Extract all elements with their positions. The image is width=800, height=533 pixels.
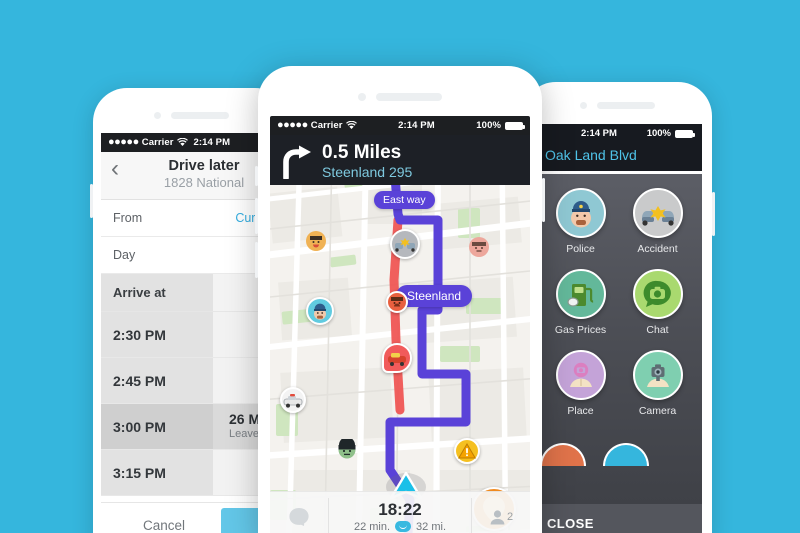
signal-dots-icon: ●●●●● — [108, 136, 139, 148]
navigation-instruction-bar: 0.5 Miles Steenland 295 — [270, 135, 530, 191]
clock-label: 2:14 PM — [398, 120, 435, 131]
time-slot-label: 2:30 PM — [101, 312, 213, 357]
report-label: Accident — [637, 243, 678, 255]
gas-pump-icon — [555, 269, 606, 319]
close-label: CLOSE — [547, 515, 594, 531]
screenshot-canvas: ●●●●● Carrier 2:14 PM ‹ Drive later 1828… — [0, 0, 800, 533]
battery-percent-label: 100% — [476, 120, 501, 131]
volume-button[interactable] — [90, 184, 93, 218]
cancel-button[interactable]: Cancel — [107, 508, 221, 533]
close-bar[interactable]: CLOSE — [536, 504, 702, 533]
waze-ghost-icon[interactable] — [270, 507, 328, 527]
wifi-icon — [176, 138, 188, 146]
report-label: Chat — [646, 324, 669, 336]
clock-label: 2:14 PM — [581, 128, 617, 139]
volume-up-button[interactable] — [255, 198, 258, 234]
place-pin-icon — [555, 350, 606, 400]
chat-camera-icon — [632, 269, 683, 319]
police-car-marker[interactable] — [280, 387, 306, 413]
time-slot-label: 2:45 PM — [101, 358, 213, 403]
time-slot-label: 3:15 PM — [101, 450, 213, 495]
volume-down-button[interactable] — [255, 242, 258, 278]
report-label: Camera — [638, 405, 677, 417]
front-camera-icon — [579, 102, 587, 109]
right-status-bar: 2:14 PM 100% — [536, 124, 702, 143]
report-label: Place — [567, 405, 594, 417]
earpiece-speaker — [170, 112, 229, 119]
right-phone-screen: 2:14 PM 100% Oak Land Blvd Police Accide… — [536, 124, 702, 533]
report-item-chat[interactable]: Chat — [619, 269, 696, 336]
report-label: Police — [566, 243, 595, 255]
turn-right-icon — [283, 145, 311, 179]
report-item-place[interactable]: Place — [542, 350, 619, 417]
waze-logo-icon — [395, 521, 412, 532]
distance-label: 0.5 Miles — [322, 142, 402, 163]
friends-icon — [490, 509, 505, 524]
warning-marker[interactable] — [454, 438, 480, 464]
police-marker[interactable] — [306, 297, 334, 325]
earpiece-speaker — [596, 102, 655, 109]
mood-angry-marker[interactable] — [386, 291, 408, 313]
peek-circle-blue[interactable] — [603, 443, 649, 466]
center-status-bar: ●●●●● Carrier 2:14 PM 100% — [270, 116, 530, 135]
front-camera-icon — [153, 112, 161, 119]
signal-dots-icon: ●●●●● — [277, 119, 308, 131]
battery-icon — [505, 121, 525, 130]
front-camera-icon — [358, 93, 366, 101]
carrier-label: Carrier — [141, 137, 174, 148]
earpiece-row — [522, 102, 712, 109]
center-phone-device: ●●●●● Carrier 2:14 PM 100% 0.5 Miles Ste… — [255, 66, 545, 533]
day-label: Day — [113, 248, 136, 262]
report-item-accident[interactable]: Accident — [619, 188, 696, 255]
mute-switch[interactable] — [255, 166, 258, 186]
battery-percent-label: 100% — [646, 128, 671, 139]
report-item-gas-prices[interactable]: Gas Prices — [542, 269, 619, 336]
report-item-police[interactable]: Police — [542, 188, 619, 255]
wifi-icon — [345, 121, 357, 129]
center-phone-screen: ●●●●● Carrier 2:14 PM 100% 0.5 Miles Ste… — [270, 116, 530, 533]
car-crash-icon — [632, 188, 683, 238]
hazard-marker[interactable] — [382, 343, 412, 373]
next-street-label: Steenland 295 — [322, 164, 413, 180]
power-button[interactable] — [712, 192, 715, 236]
map-camera-icon — [632, 350, 683, 400]
peek-circle-orange[interactable] — [540, 443, 586, 466]
right-phone-device: 2:14 PM 100% Oak Land Blvd Police Accide… — [522, 82, 715, 533]
mood-pink-marker[interactable] — [469, 237, 489, 257]
friends-count: 2 — [506, 510, 514, 523]
power-button[interactable] — [542, 178, 545, 222]
eta-summary[interactable]: 18:22 22 min. 32 mi. — [328, 497, 472, 533]
report-label: Gas Prices — [554, 324, 607, 336]
earpiece-row — [258, 93, 542, 101]
mood-dark-marker[interactable] — [336, 439, 358, 461]
from-label: From — [113, 211, 143, 225]
chevron-left-icon[interactable]: ‹ — [109, 157, 125, 181]
report-item-camera[interactable]: Camera — [619, 350, 696, 417]
time-slot-label: 3:00 PM — [101, 404, 213, 449]
map-label-east-way[interactable]: East way — [374, 191, 435, 209]
navigation-bottom-bar: 18:22 22 min. 32 mi. 2 — [270, 491, 530, 533]
current-street-label: Oak Land Blvd — [536, 143, 702, 171]
map-canvas[interactable]: East way Steenland Chestnut St. — [270, 185, 530, 533]
arrive-at-label: Arrive at — [101, 274, 213, 311]
traffic-jam-marker[interactable] — [390, 229, 420, 259]
report-menu-grid: Police Accident Gas Prices Chat Place Ca… — [536, 174, 702, 504]
carrier-label: Carrier — [310, 120, 343, 131]
battery-icon — [675, 129, 695, 138]
mood-happy-marker[interactable] — [306, 231, 326, 251]
earpiece-speaker — [376, 93, 442, 101]
friends-button[interactable]: 2 — [472, 509, 530, 525]
clock-label: 2:14 PM — [193, 137, 231, 148]
police-officer-icon — [555, 188, 606, 238]
trip-distance: 32 mi. — [416, 520, 447, 533]
trip-duration: 22 min. — [353, 520, 391, 533]
arrival-time: 18:22 — [378, 499, 422, 519]
